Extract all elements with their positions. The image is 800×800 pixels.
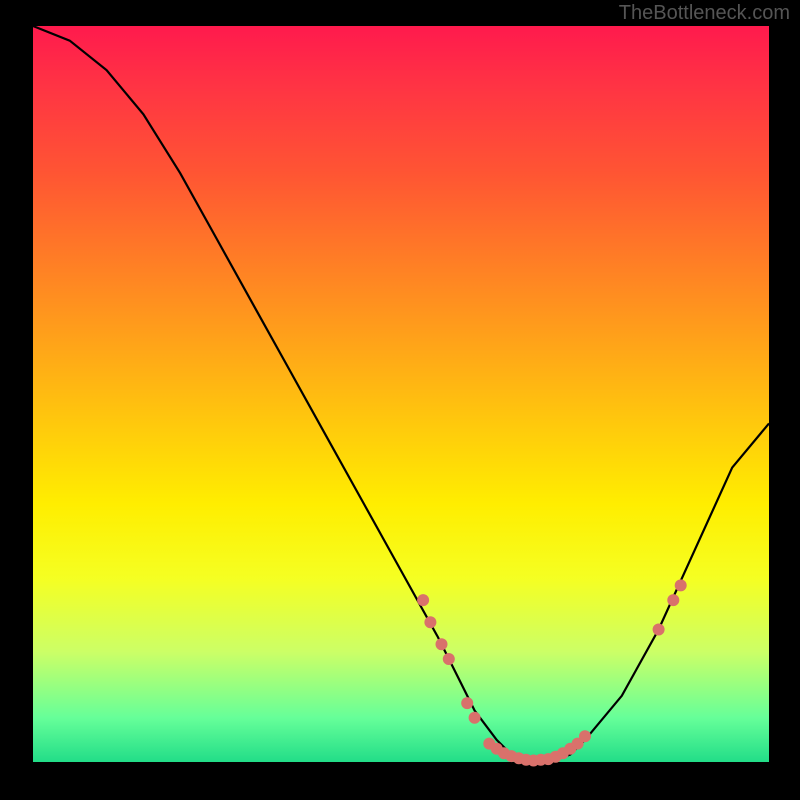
data-point [667,594,679,606]
data-point [469,712,481,724]
data-point [424,616,436,628]
bottleneck-curve-line [33,26,769,762]
chart-svg [33,26,769,762]
data-point [417,594,429,606]
data-point [579,730,591,742]
data-point [436,638,448,650]
data-markers [417,579,687,766]
data-point [461,697,473,709]
data-point [653,624,665,636]
data-point [443,653,455,665]
watermark-text: TheBottleneck.com [619,2,790,25]
data-point [675,579,687,591]
